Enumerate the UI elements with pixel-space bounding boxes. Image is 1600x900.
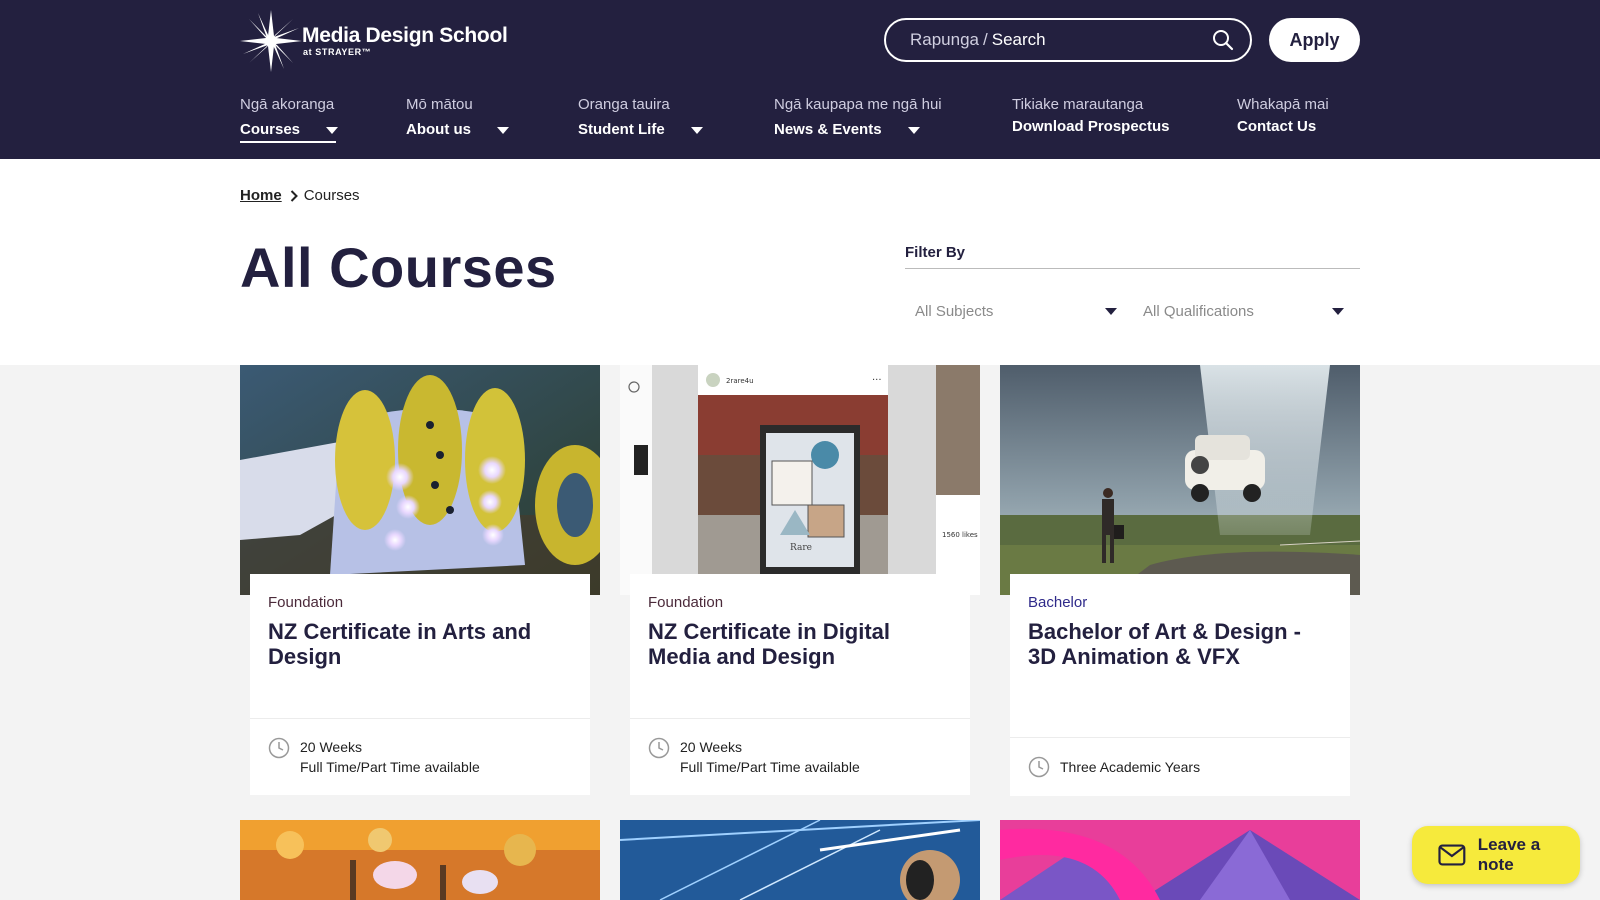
nav-label-maori: Ngā akoranga	[240, 96, 335, 113]
caret-down-icon	[690, 126, 703, 134]
nav-item-student-life[interactable]: Oranga tauira Student Life	[578, 96, 703, 139]
caret-down-icon	[326, 126, 339, 134]
search-label-maori: Rapunga	[910, 30, 980, 49]
svg-text:···: ···	[872, 375, 882, 386]
caret-down-icon	[497, 126, 509, 134]
envelope-icon	[1438, 844, 1466, 866]
site-header: Media Design School at STRAYER™ Rapunga …	[0, 0, 1600, 159]
nav-label-english: Student Life	[578, 121, 665, 138]
course-study-mode: Full Time/Part Time available	[680, 759, 860, 775]
poster-brand-text: Rare	[790, 543, 812, 553]
subjects-select-value: All Subjects	[915, 302, 994, 320]
filter-label: Filter By	[905, 244, 966, 261]
nav-label-english: About us	[406, 121, 471, 138]
search-label-separator: /	[983, 30, 988, 49]
breadcrumb-current: Courses	[303, 187, 360, 204]
logo-subtitle: at STRAYER™	[303, 47, 372, 57]
nav-label-maori: Oranga tauira	[578, 96, 670, 113]
course-duration: Three Academic Years	[1060, 759, 1201, 775]
course-study-mode: Full Time/Part Time available	[300, 759, 480, 775]
course-illustration	[1000, 365, 1360, 595]
course-image	[620, 820, 980, 900]
nav-label-english: Download Prospectus	[1012, 118, 1170, 135]
apply-button[interactable]: Apply	[1269, 18, 1360, 62]
course-card-body: Foundation NZ Certificate in Digital Med…	[630, 574, 970, 795]
subjects-select[interactable]: All Subjects	[905, 289, 1125, 333]
caret-down-icon	[1332, 308, 1344, 315]
qualifications-select[interactable]: All Qualifications	[1133, 289, 1360, 333]
nav-label-maori: Whakapā mai	[1237, 96, 1329, 113]
course-duration: 20 Weeks	[300, 739, 362, 755]
leave-note-button[interactable]: Leave a note	[1412, 826, 1580, 884]
course-type: Foundation	[268, 594, 344, 611]
nav-label-maori: Ngā kaupapa me ngā hui	[774, 96, 942, 113]
course-card[interactable]: Foundation NZ Certificate in Arts and De…	[240, 365, 600, 795]
caret-down-icon	[1105, 308, 1117, 315]
course-card[interactable]	[620, 820, 980, 900]
nav-label-english: News & Events	[774, 121, 882, 138]
nav-item-download-prospectus[interactable]: Tikiake marautanga Download Prospectus	[1012, 96, 1170, 136]
clock-icon	[1028, 756, 1050, 778]
clock-icon	[648, 737, 670, 759]
course-title[interactable]: NZ Certificate in Digital Media and Desi…	[630, 611, 970, 718]
course-type: Foundation	[648, 594, 724, 611]
leave-note-label: Leave a note	[1477, 835, 1541, 874]
nav-item-courses[interactable]: Ngā akoranga Courses	[240, 96, 339, 143]
course-type: Bachelor	[1028, 594, 1088, 611]
nav-label-english: Courses	[240, 121, 301, 138]
caret-down-icon	[907, 126, 920, 134]
course-illustration: Rare 2rare4u ··· 1560 likes	[620, 365, 980, 595]
clock-icon	[268, 737, 290, 759]
post-handle-text: 2rare4u	[726, 377, 754, 385]
course-card[interactable]	[1000, 820, 1360, 900]
course-title[interactable]: NZ Certificate in Arts and Design	[250, 611, 590, 718]
logo[interactable]: Media Design School at STRAYER™	[240, 10, 508, 72]
course-card[interactable]: Rare 2rare4u ··· 1560 likes Foundation N…	[620, 365, 980, 795]
nav-item-contact[interactable]: Whakapā mai Contact Us	[1237, 96, 1329, 136]
course-card-body: Bachelor Bachelor of Art & Design - 3D A…	[1010, 574, 1350, 796]
course-card[interactable]: Bachelor Bachelor of Art & Design - 3D A…	[1000, 365, 1360, 796]
course-card-body: Foundation NZ Certificate in Arts and De…	[250, 574, 590, 795]
course-image	[240, 365, 600, 595]
page-intro: Home Courses All Courses Filter By All S…	[0, 159, 1600, 365]
search-input[interactable]: Rapunga / Search	[884, 18, 1252, 62]
page-title: All Courses	[240, 236, 557, 299]
breadcrumb: Home Courses	[240, 187, 360, 204]
nav-item-about[interactable]: Mō mātou About us	[406, 96, 509, 139]
course-image	[1000, 820, 1360, 900]
qualifications-select-value: All Qualifications	[1143, 302, 1254, 320]
chevron-right-icon	[290, 189, 298, 202]
starburst-logo-icon	[240, 10, 302, 72]
active-nav-underline	[240, 141, 336, 143]
course-image	[240, 820, 600, 900]
nav-label-maori: Tikiake marautanga	[1012, 96, 1144, 113]
course-image	[1000, 365, 1360, 595]
search-label-english: Search	[991, 30, 1046, 49]
course-card[interactable]	[240, 820, 600, 900]
nav-item-news-events[interactable]: Ngā kaupapa me ngā hui News & Events	[774, 96, 942, 139]
breadcrumb-home-link[interactable]: Home	[240, 187, 282, 204]
nav-label-english: Contact Us	[1237, 118, 1317, 135]
likes-count-text: 1560 likes	[942, 531, 978, 539]
course-image: Rare 2rare4u ··· 1560 likes	[620, 365, 980, 595]
filter-divider	[905, 268, 1360, 269]
logo-name: Media Design School	[302, 24, 508, 47]
course-duration: 20 Weeks	[680, 739, 742, 755]
nav-label-maori: Mō mātou	[406, 96, 473, 113]
search-icon[interactable]	[1212, 29, 1234, 51]
course-title[interactable]: Bachelor of Art & Design - 3D Animation …	[1010, 611, 1350, 737]
course-illustration	[240, 365, 600, 595]
